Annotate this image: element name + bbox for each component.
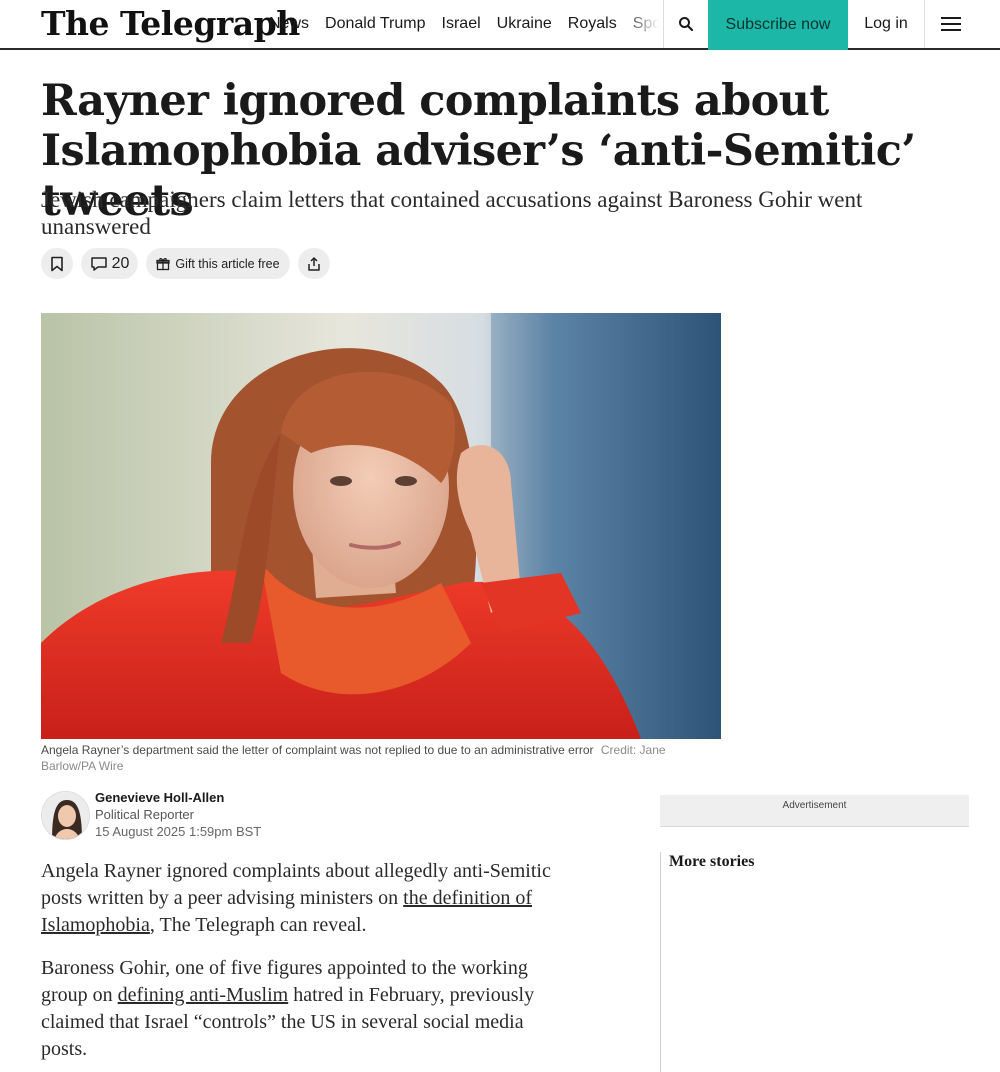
comment-count: 20 <box>111 254 130 272</box>
main-nav: News Donald Trump Israel Ukraine Royals … <box>269 0 663 48</box>
subscribe-label: Subscribe now <box>725 16 831 33</box>
author-role: Political Reporter <box>95 807 194 822</box>
gift-label: Gift this article free <box>175 256 280 271</box>
photo-angela-rayner <box>41 313 721 739</box>
bookmark-button[interactable] <box>41 248 73 279</box>
bookmark-icon <box>51 256 63 271</box>
hamburger-menu-icon <box>941 17 961 31</box>
article-standfirst: Jewish campaigners claim letters that co… <box>41 187 863 239</box>
link-defining-anti-muslim[interactable]: defining anti-Muslim <box>118 984 289 1006</box>
author-name[interactable]: Genevieve Holl-Allen <box>95 790 224 805</box>
comments-button[interactable]: 20 <box>81 248 138 279</box>
article-byline: Genevieve Holl-Allen Political Reporter … <box>41 790 541 842</box>
publish-date: 15 August 2025 1:59pm BST <box>95 824 262 839</box>
article-hero-image <box>41 313 721 739</box>
image-caption: Angela Rayner’s department said the lett… <box>41 742 721 774</box>
caption-text: Angela Rayner’s department said the lett… <box>41 743 594 757</box>
nav-item-israel[interactable]: Israel <box>442 15 481 33</box>
menu-button[interactable] <box>925 0 977 48</box>
subscribe-button[interactable]: Subscribe now <box>708 0 848 50</box>
gift-article-button[interactable]: Gift this article free <box>146 248 290 279</box>
nav-item-sport[interactable]: Sport <box>633 15 663 33</box>
article-body: Angela Rayner ignored complaints about a… <box>41 858 571 1072</box>
comment-icon <box>90 256 107 271</box>
search-icon <box>679 17 694 32</box>
paragraph: Baroness Gohir, one of five figures appo… <box>41 955 571 1063</box>
login-button[interactable]: Log in <box>848 0 924 48</box>
advertisement-slot: Advertisement <box>660 795 969 827</box>
share-icon <box>308 256 320 271</box>
site-header: The Telegraph News Donald Trump Israel U… <box>0 0 1000 50</box>
author-avatar[interactable] <box>41 791 90 840</box>
more-stories-heading: More stories <box>669 853 755 870</box>
nav-item-donald-trump[interactable]: Donald Trump <box>325 15 426 33</box>
share-button[interactable] <box>298 248 330 279</box>
nav-item-news[interactable]: News <box>269 15 309 33</box>
paragraph: Angela Rayner ignored complaints about a… <box>41 858 571 939</box>
search-button[interactable] <box>664 0 708 48</box>
nav-item-ukraine[interactable]: Ukraine <box>497 15 552 33</box>
more-stories-divider <box>660 852 661 1072</box>
article-actions: 20 Gift this article free <box>41 248 330 279</box>
gift-icon <box>156 257 171 270</box>
nav-item-royals[interactable]: Royals <box>568 15 617 33</box>
site-logo[interactable]: The Telegraph <box>41 4 300 43</box>
paragraph-text: , The Telegraph can reveal. <box>149 914 367 936</box>
